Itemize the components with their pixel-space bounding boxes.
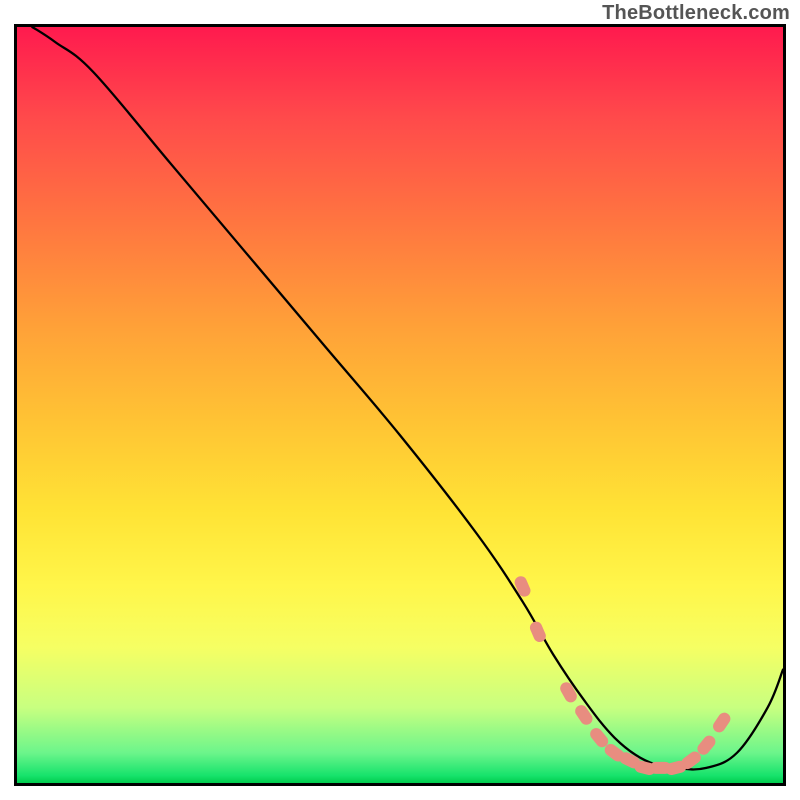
bottleneck-curve	[32, 27, 783, 769]
curve-overlay	[17, 27, 783, 783]
attribution-text: TheBottleneck.com	[602, 2, 790, 25]
curve-marker	[558, 680, 579, 704]
plot-area	[14, 24, 786, 786]
curve-marker	[573, 703, 595, 727]
curve-marker	[513, 574, 533, 598]
chart-frame: TheBottleneck.com	[0, 0, 800, 800]
curve-marker	[711, 710, 733, 734]
